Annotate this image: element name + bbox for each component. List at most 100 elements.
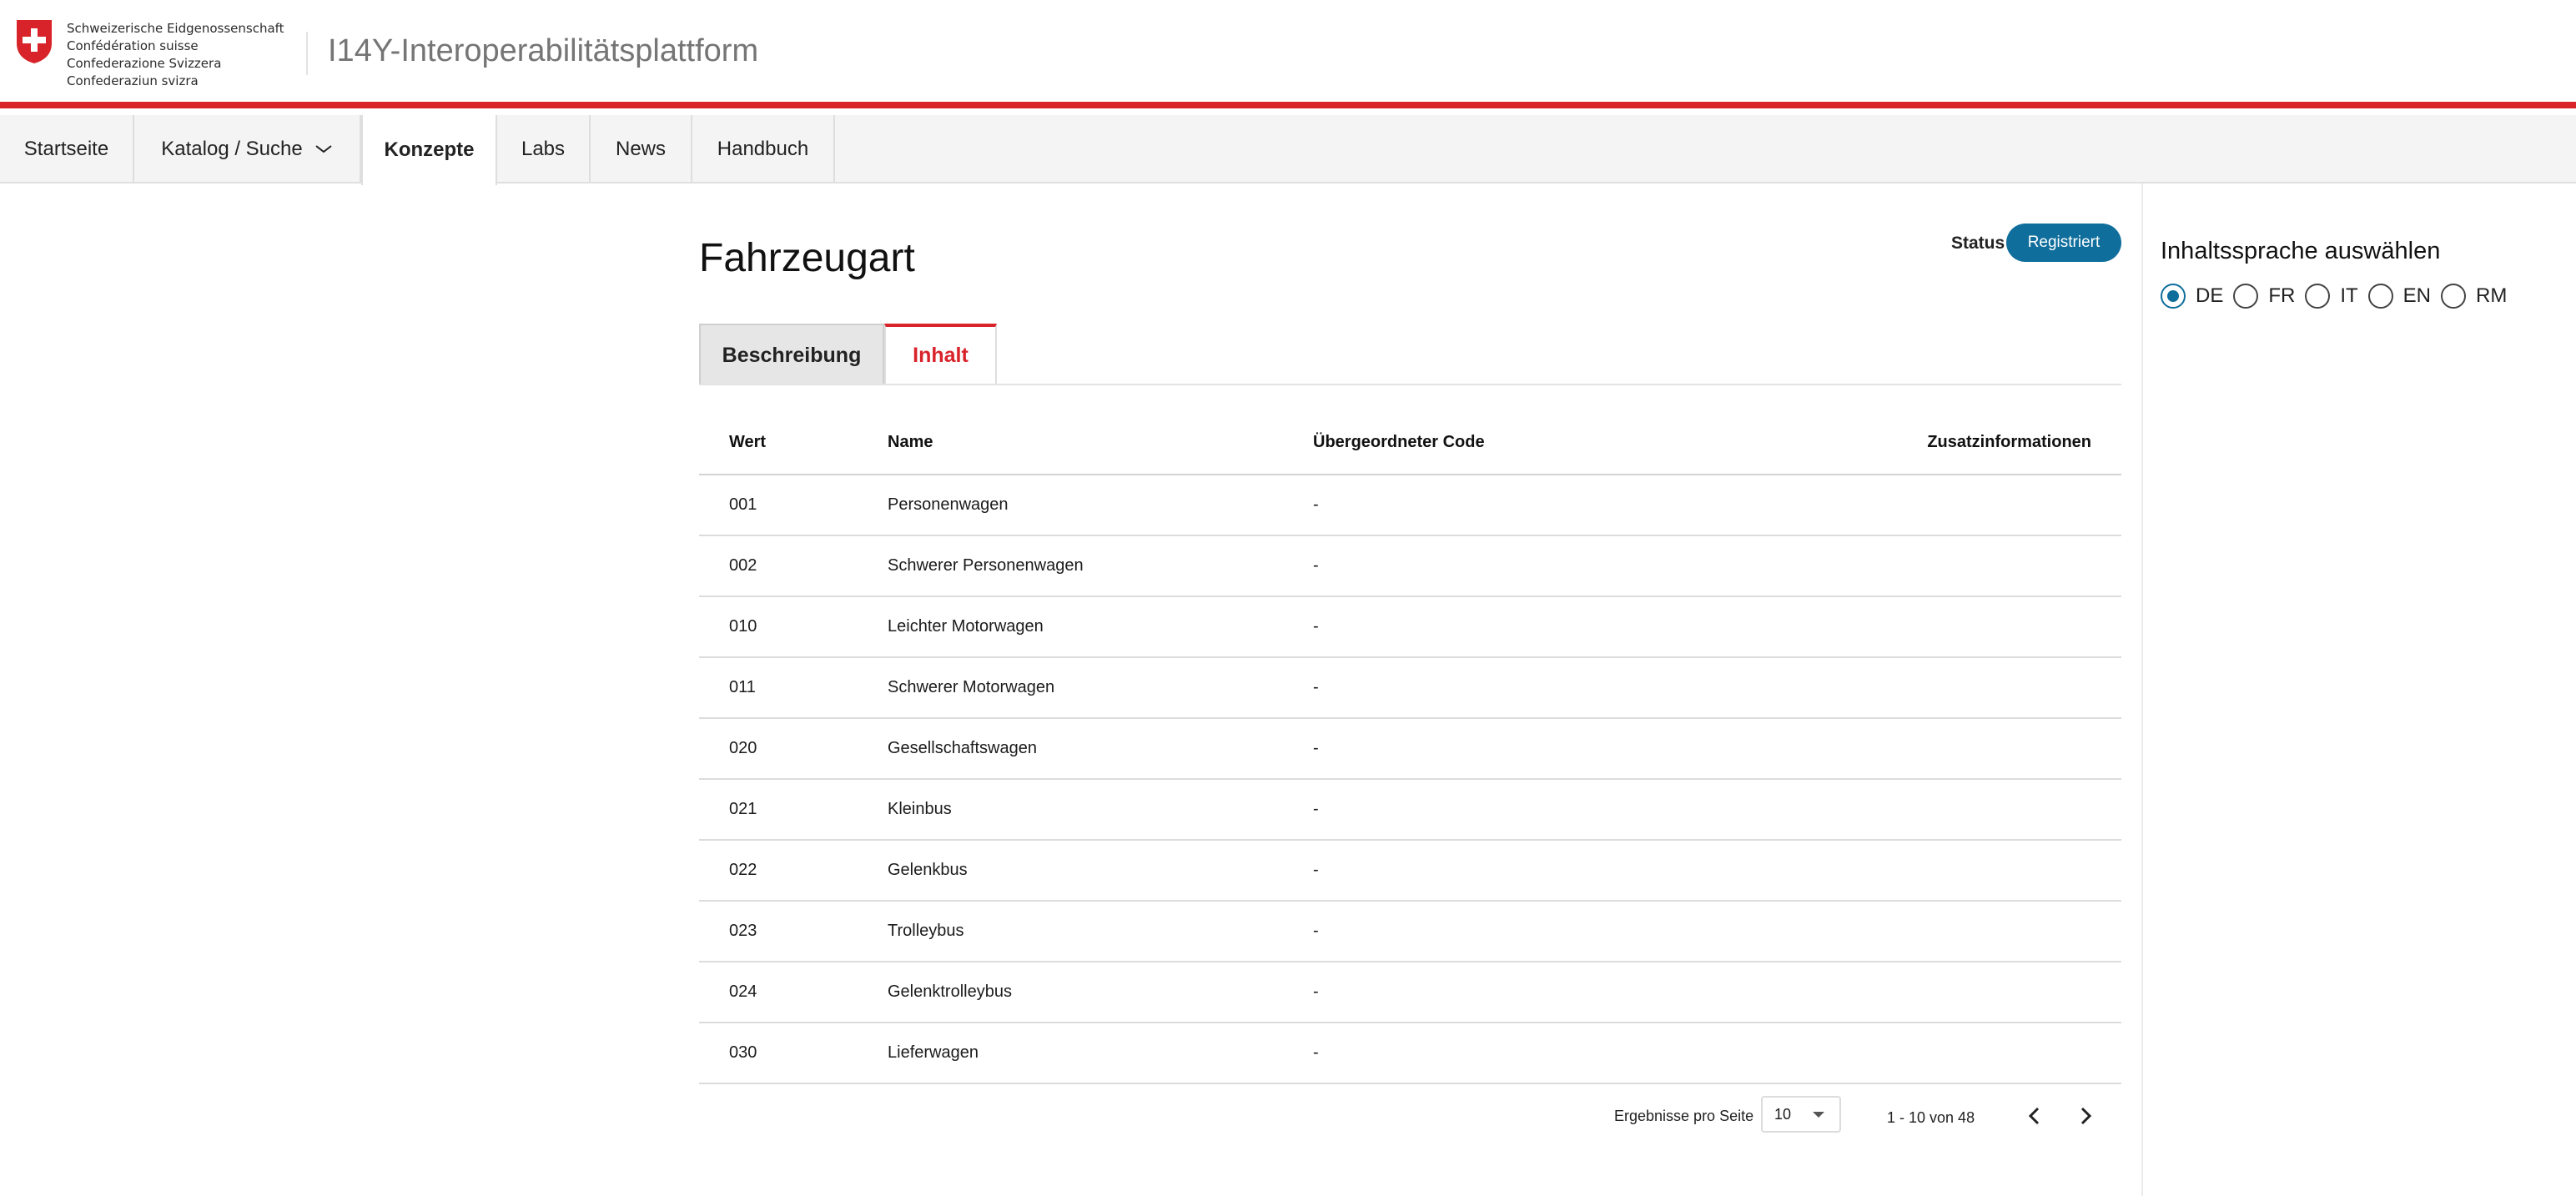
chevron-down-icon <box>315 145 332 153</box>
nav-item-label: Handbuch <box>717 138 809 160</box>
tabs-divider <box>699 384 2121 385</box>
cell-extra <box>1784 1023 2121 1084</box>
cell-wert: 024 <box>699 962 858 1023</box>
cell-wert: 010 <box>699 596 858 658</box>
main-nav: Startseite Katalog / Suche Konzepte Labs… <box>0 115 2576 185</box>
table-header-row: Wert Name Übergeordneter Code Zusatzinfo… <box>699 411 2121 475</box>
language-option-rm[interactable]: RM <box>2441 284 2507 309</box>
cell-parent: - <box>1283 657 1784 719</box>
nav-item-label: News <box>615 138 666 160</box>
cell-extra <box>1784 840 2121 902</box>
header-divider <box>306 32 308 75</box>
content-language-radio-group: DE FR IT EN RM <box>2161 284 2517 309</box>
cell-parent: - <box>1283 1023 1784 1084</box>
radio-button[interactable] <box>2441 284 2467 309</box>
federation-line: Confederazione Svizzera <box>67 56 222 71</box>
cell-wert: 022 <box>699 840 858 902</box>
nav-item-news[interactable]: News <box>591 115 692 183</box>
column-header-additional-info: Zusatzinformationen <box>1784 411 2121 475</box>
cell-parent: - <box>1283 901 1784 962</box>
cell-parent: - <box>1283 535 1784 597</box>
federation-name-block: Schweizerische Eidgenossenschaft Confédé… <box>67 20 284 90</box>
content-language-title: Inhaltssprache auswählen <box>2161 238 2441 264</box>
caret-down-icon <box>1813 1112 1824 1118</box>
cell-extra <box>1784 962 2121 1023</box>
cell-wert: 030 <box>699 1023 858 1084</box>
nav-item-startseite[interactable]: Startseite <box>0 115 134 183</box>
cell-parent: - <box>1283 596 1784 658</box>
language-label: DE <box>2196 284 2224 307</box>
language-label: RM <box>2476 284 2508 307</box>
right-panel-divider <box>2141 183 2143 1196</box>
cell-parent: - <box>1283 840 1784 902</box>
nav-item-label: Konzepte <box>384 138 475 161</box>
cell-name: Lieferwagen <box>858 1023 1283 1084</box>
site-header: Schweizerische Eidgenossenschaft Confédé… <box>0 0 2576 108</box>
pagination: Ergebnisse pro Seite 10 1 - 10 von 48 <box>699 1093 2121 1139</box>
cell-name: Leichter Motorwagen <box>858 596 1283 658</box>
nav-item-katalog-suche[interactable]: Katalog / Suche <box>134 115 361 183</box>
tab-beschreibung[interactable]: Beschreibung <box>699 324 884 385</box>
cell-extra <box>1784 901 2121 962</box>
column-header-wert: Wert <box>699 411 858 475</box>
language-option-de[interactable]: DE <box>2161 284 2223 309</box>
nav-item-handbuch[interactable]: Handbuch <box>692 115 835 183</box>
nav-item-label: Katalog / Suche <box>161 138 303 160</box>
cell-extra <box>1784 475 2121 536</box>
cell-extra <box>1784 596 2121 658</box>
results-per-page-label: Ergebnisse pro Seite <box>1614 1108 1754 1124</box>
table-row: 010 Leichter Motorwagen - <box>699 596 2121 658</box>
cell-parent: - <box>1283 779 1784 841</box>
table-row: 001 Personenwagen - <box>699 475 2121 536</box>
cell-name: Kleinbus <box>858 779 1283 841</box>
language-option-en[interactable]: EN <box>2367 284 2431 309</box>
radio-button[interactable] <box>2367 284 2393 309</box>
cell-name: Gelenkbus <box>858 840 1283 902</box>
previous-page-button[interactable] <box>2018 1099 2051 1133</box>
cell-wert: 021 <box>699 779 858 841</box>
cell-extra <box>1784 779 2121 841</box>
cell-wert: 002 <box>699 535 858 597</box>
federation-line: Confederaziun svizra <box>67 73 199 88</box>
cell-wert: 011 <box>699 657 858 719</box>
table-row: 002 Schwerer Personenwagen - <box>699 535 2121 597</box>
language-label: FR <box>2268 284 2296 307</box>
cell-name: Gesellschaftswagen <box>858 718 1283 780</box>
next-page-button[interactable] <box>2069 1099 2102 1133</box>
column-header-name: Name <box>858 411 1283 475</box>
page-title: Fahrzeugart <box>699 236 915 280</box>
radio-button[interactable] <box>2233 284 2259 309</box>
swiss-cross-shield-icon[interactable] <box>15 18 53 65</box>
cell-parent: - <box>1283 718 1784 780</box>
results-per-page-value: 10 <box>1774 1105 1792 1123</box>
table-row: 024 Gelenktrolleybus - <box>699 962 2121 1023</box>
cell-name: Trolleybus <box>858 901 1283 962</box>
table-row: 011 Schwerer Motorwagen - <box>699 657 2121 719</box>
cell-parent: - <box>1283 962 1784 1023</box>
cell-name: Schwerer Personenwagen <box>858 535 1283 597</box>
cell-parent: - <box>1283 475 1784 536</box>
chevron-left-icon <box>2028 1107 2040 1125</box>
cell-wert: 023 <box>699 901 858 962</box>
nav-item-labs[interactable]: Labs <box>497 115 591 183</box>
cell-extra <box>1784 535 2121 597</box>
results-per-page-select[interactable]: 10 <box>1761 1096 1841 1133</box>
radio-button[interactable] <box>2305 284 2331 309</box>
radio-button-selected[interactable] <box>2161 284 2186 309</box>
cell-wert: 001 <box>699 475 858 536</box>
nav-item-label: Labs <box>521 138 566 160</box>
column-header-parent-code: Übergeordneter Code <box>1283 411 1784 475</box>
federation-line: Schweizerische Eidgenossenschaft <box>67 21 284 36</box>
language-option-fr[interactable]: FR <box>2233 284 2295 309</box>
language-option-it[interactable]: IT <box>2305 284 2358 309</box>
status-label: Status <box>1951 234 2005 253</box>
content-table: Wert Name Übergeordneter Code Zusatzinfo… <box>699 411 2121 1084</box>
nav-item-konzepte[interactable]: Konzepte <box>361 115 497 185</box>
table-row: 023 Trolleybus - <box>699 901 2121 962</box>
tab-inhalt[interactable]: Inhalt <box>884 324 997 385</box>
platform-title[interactable]: I14Y-Interoperabilitätsplattform <box>328 33 758 69</box>
cell-extra <box>1784 657 2121 719</box>
chevron-right-icon <box>2080 1107 2092 1125</box>
table-row: 022 Gelenkbus - <box>699 840 2121 902</box>
federation-line: Confédération suisse <box>67 38 199 53</box>
